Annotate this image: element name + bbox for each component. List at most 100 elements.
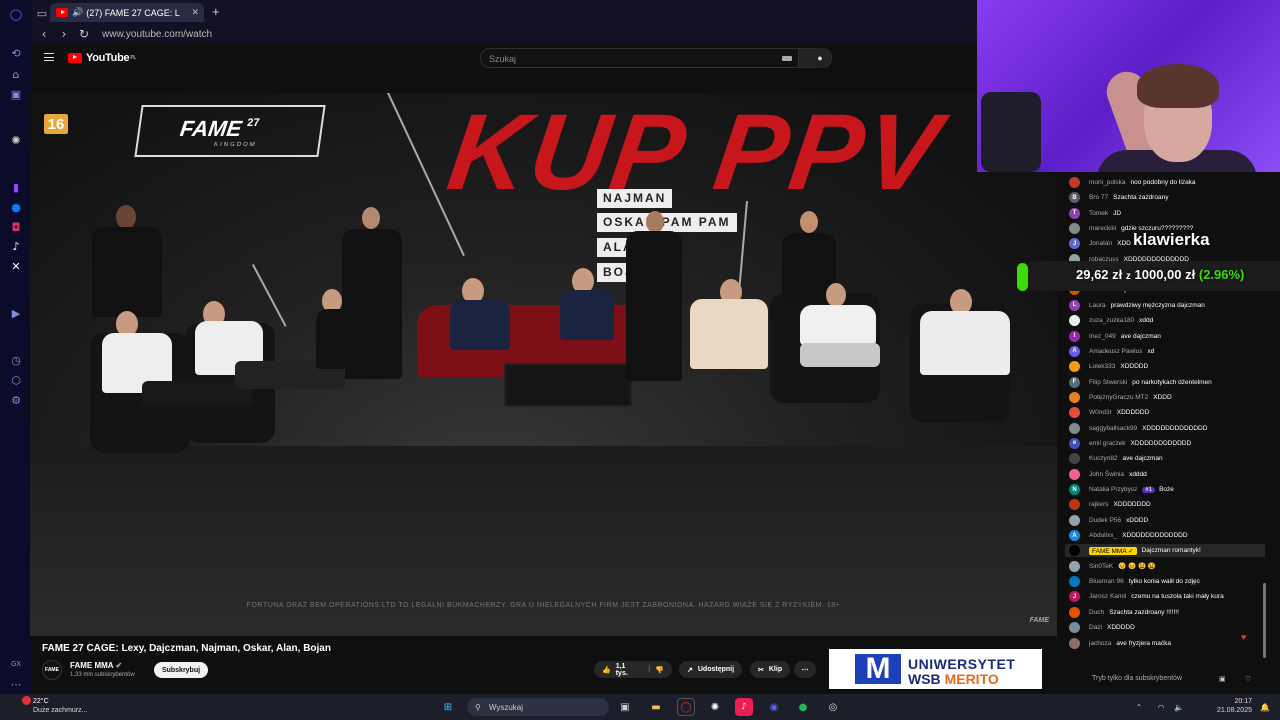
speaker-icon[interactable]: 🔊 [72, 7, 83, 18]
chat-avatar[interactable] [1069, 407, 1080, 419]
chat-avatar[interactable] [1069, 560, 1080, 572]
chat-message[interactable]: rajkers XDDDDDDD [1069, 498, 1151, 511]
share-button[interactable]: ↗ Udostępnij [679, 661, 743, 678]
chat-avatar[interactable] [1069, 606, 1080, 618]
chat-username[interactable]: Tomek [1089, 210, 1108, 217]
app-icon[interactable]: ◎ [824, 698, 842, 716]
chat-username[interactable]: Duch [1089, 609, 1104, 616]
chat-message[interactable]: W0nd3r XDDDDDD [1069, 406, 1149, 419]
workspace-icon[interactable]: ▭ [34, 5, 50, 21]
more-actions-button[interactable]: ⋯ [794, 661, 816, 678]
new-tab-icon[interactable]: + [212, 4, 220, 19]
keyboard-icon[interactable] [782, 56, 792, 61]
chat-message[interactable]: A Abdulixx_ XDDDDDDDDDDDDD [1069, 529, 1188, 542]
chat-message[interactable]: T Tomek JD [1069, 207, 1121, 220]
more-icon[interactable]: ⋯ [8, 676, 24, 692]
clip-button[interactable]: ✂ Klip [750, 661, 791, 678]
chatgpt-app-icon[interactable]: ✺ [706, 698, 724, 716]
chat-avatar[interactable]: A [1069, 530, 1080, 542]
chat-avatar[interactable]: L [1069, 299, 1080, 311]
chat-avatar[interactable] [1069, 545, 1080, 557]
chat-username[interactable]: Abdulixx_ [1089, 532, 1117, 539]
like-count[interactable]: 1,1 tys. [616, 663, 636, 677]
channel-avatar[interactable]: FAME [42, 660, 62, 680]
chat-message[interactable]: Kuczyn82 ave dajczman [1069, 452, 1163, 465]
chat-message[interactable]: jachoza ave fryzjera maćka [1069, 637, 1171, 650]
chat-message[interactable]: Dazi XDDDDD [1069, 621, 1135, 634]
chat-message[interactable]: Duch Szachta zazdroany !!!!!!! [1069, 606, 1179, 619]
chat-username[interactable]: Jarosz Kamil [1089, 593, 1126, 600]
chat-avatar[interactable]: F [1069, 376, 1080, 388]
opera-gx-icon[interactable]: ◯ [677, 698, 695, 716]
volume-icon[interactable]: 🔈 [1170, 698, 1188, 716]
url-field[interactable]: www.youtube.com/watch [102, 29, 212, 40]
player-icon[interactable]: ▶ [8, 305, 24, 321]
chat-avatar[interactable]: T [1069, 207, 1080, 219]
chat-message[interactable]: Sin0TeK 😣 😣 😫 😫 [1069, 560, 1156, 573]
close-tab-icon[interactable]: ✕ [191, 7, 199, 18]
chat-message[interactable]: Lolek333 XDDDDD [1069, 360, 1148, 373]
chat-avatar[interactable] [1069, 315, 1080, 327]
chat-avatar[interactable]: B [1069, 192, 1080, 204]
chat-username[interactable]: saggyballsack99 [1089, 425, 1137, 432]
task-view-icon[interactable]: ▣ [616, 698, 634, 716]
chat-avatar[interactable] [1069, 361, 1080, 373]
chat-avatar[interactable] [1069, 453, 1080, 465]
chat-username[interactable]: Dazi [1089, 624, 1102, 631]
chat-message[interactable]: zuza_zuzka180 xddd [1069, 314, 1153, 327]
chat-message[interactable]: Dudek P56 xDDDD [1069, 514, 1148, 527]
tray-chevron-icon[interactable]: ⌃ [1130, 698, 1148, 716]
chat-username[interactable]: Laura [1089, 302, 1106, 309]
history-icon[interactable]: ◷ [8, 352, 24, 368]
chat-avatar[interactable]: I [1069, 330, 1080, 342]
chat-username[interactable]: mareckiiii [1089, 225, 1116, 232]
chat-avatar[interactable] [1069, 422, 1080, 434]
chat-username[interactable]: Dudek P56 [1089, 517, 1121, 524]
chat-username[interactable]: FAME MMA ✓ [1089, 546, 1137, 555]
chat-message[interactable]: J Jonatan XDD [1069, 237, 1131, 250]
chat-avatar[interactable] [1069, 637, 1080, 649]
chat-avatar[interactable] [1069, 514, 1080, 526]
dislike-icon[interactable]: 👎 [655, 666, 664, 674]
subscribe-button[interactable]: Subskrybuj [154, 662, 208, 678]
discord-icon[interactable]: ◉ [765, 698, 783, 716]
chat-username[interactable]: PotężnyGraczu MT2 [1089, 394, 1148, 401]
chat-message[interactable]: L Laura prawdziwy mężczyzna dajczman [1069, 299, 1205, 312]
chat-username[interactable]: Jonatan [1089, 240, 1112, 247]
chat-username[interactable]: rajkers [1089, 501, 1109, 508]
chat-username[interactable]: John Świnia [1089, 471, 1124, 478]
chat-avatar[interactable]: e [1069, 437, 1080, 449]
aria-icon[interactable]: ⟲ [8, 45, 24, 61]
youtube-logo[interactable]: YouTube PL [68, 52, 136, 64]
file-explorer-icon[interactable]: ▬ [647, 698, 665, 716]
chat-username[interactable]: Amadeusz Pawlus [1089, 348, 1142, 355]
extensions-icon[interactable]: ⬡ [8, 372, 24, 388]
chat-input[interactable]: Tryb tylko dla subskrybentów ▣ ♡ [1062, 670, 1268, 687]
taskbar-clock[interactable]: 20:17 21.08.2025 [1217, 697, 1252, 715]
chat-message[interactable]: moni_polska noo podobny do lizaka [1069, 176, 1196, 189]
chat-message[interactable]: PotężnyGraczu MT2 XDDD [1069, 391, 1172, 404]
chat-message[interactable]: F Filip Stwerski po narkotykach dżentelmen [1069, 376, 1212, 389]
chat-message[interactable]: B Bro 77 Szachta zazdroany [1069, 191, 1168, 204]
opera-icon[interactable]: ◯ [8, 6, 24, 22]
gx-icon[interactable]: GX [8, 656, 24, 672]
chat-message[interactable]: e emil graczek XDDDDDDDDDDDD [1069, 437, 1191, 450]
chat-avatar[interactable] [1069, 468, 1080, 480]
twitch-icon[interactable]: ▮ [8, 179, 24, 195]
chat-username[interactable]: Bro 77 [1089, 194, 1108, 201]
voice-search-button[interactable]: ● [810, 48, 830, 68]
chat-username[interactable]: Kuczyn82 [1089, 455, 1118, 462]
instagram-icon[interactable]: ◘ [8, 219, 24, 235]
messenger-icon[interactable]: ● [8, 199, 24, 215]
windows-start-icon[interactable]: ⊞ [439, 698, 457, 716]
chat-avatar[interactable]: N [1069, 484, 1080, 495]
chat-message[interactable]: I Inez_049 ave dajczman [1069, 330, 1161, 343]
tiktok-app-icon[interactable]: ♪ [735, 698, 753, 716]
emoji-card-icon[interactable]: ▣ [1219, 675, 1226, 683]
chat-message[interactable]: Blueman 96 tylko konia walił do zdjęc [1069, 575, 1200, 588]
chat-scrollbar[interactable] [1263, 583, 1266, 658]
weather-widget[interactable]: 22°C Duże zachmurz... [33, 697, 87, 715]
chat-username[interactable]: Blueman 96 [1089, 578, 1124, 585]
chat-message[interactable]: N Natalia Przybysz #1 Boże [1069, 483, 1174, 496]
video-player[interactable]: KUP PPV 16 FAME 27 KINGDOM NAJMAN OSKAR … [30, 93, 1057, 636]
